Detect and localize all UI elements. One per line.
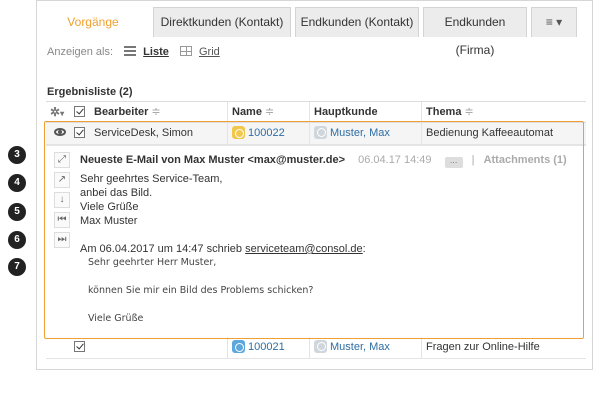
column-hauptkunde-label: Hauptkunde [314, 106, 378, 118]
tab-menu-dropdown[interactable]: ≡ ▾ [531, 7, 577, 37]
column-thema-label: Thema [426, 106, 462, 118]
callout-badge-5: 5 [8, 203, 26, 221]
ticket-link[interactable]: 100022 [248, 127, 285, 139]
column-settings[interactable]: ✲▾ [46, 102, 68, 123]
email-date: 06.04.17 14:49 [358, 154, 432, 166]
sort-icon[interactable]: ≑ [151, 106, 160, 118]
quoted-line: können Sie mir ein Bild des Problems sch… [88, 285, 314, 296]
chevron-down-icon[interactable]: ▾ [60, 109, 64, 118]
view-option-grid[interactable]: Grid [199, 46, 220, 58]
cell-bearbeiter [90, 337, 226, 358]
quote-email-link[interactable]: serviceteam@consol.de [245, 243, 363, 255]
checkbox-icon[interactable] [74, 127, 85, 138]
open-external-icon[interactable]: ↗ [54, 172, 70, 188]
row-checkbox[interactable] [70, 123, 90, 144]
cell-hauptkunde[interactable]: Muster, Max [309, 123, 421, 144]
preview-toggle[interactable] [50, 123, 68, 144]
quoted-line: Viele Grüße [88, 313, 144, 324]
sort-icon[interactable]: ≑ [464, 106, 473, 118]
row-checkbox[interactable] [70, 337, 90, 358]
tab-endkunden-firma[interactable]: Endkunden (Firma) [423, 7, 527, 57]
table-header: ✲▾ Bearbeiter ≑ Name ≑ Hauptkunde Thema ≑ [46, 101, 586, 123]
ticket-link[interactable]: 100021 [248, 341, 285, 353]
more-button[interactable]: ... [444, 156, 463, 168]
tab-endkunden-kontakt[interactable]: Endkunden (Kontakt) [295, 7, 419, 37]
column-name[interactable]: Name ≑ [227, 102, 309, 123]
customer-icon [314, 126, 327, 139]
grid-icon[interactable] [179, 46, 192, 56]
search-results-panel: Vorgänge Direktkunden (Kontakt) Endkunde… [36, 0, 593, 370]
table-row[interactable]: ServiceDesk, Simon 100022 Muster, Max Be… [46, 123, 586, 145]
cell-thema: Fragen zur Online-Hilfe [421, 337, 585, 358]
customer-icon [314, 340, 327, 353]
customer-link[interactable]: Muster, Max [330, 341, 390, 353]
cell-hauptkunde[interactable]: Muster, Max [309, 337, 421, 358]
last-page-icon[interactable]: ⏭ [54, 232, 70, 248]
column-hauptkunde[interactable]: Hauptkunde [309, 102, 421, 123]
tab-direktkunden[interactable]: Direktkunden (Kontakt) [153, 7, 291, 37]
attachments-link[interactable]: Attachments (1) [484, 154, 567, 166]
email-body-line: Max Muster [80, 215, 138, 227]
ticket-icon [232, 126, 245, 139]
eye-icon[interactable] [54, 128, 66, 136]
list-icon[interactable] [124, 46, 137, 56]
email-body-line: Viele Grüße [80, 201, 139, 213]
select-all-checkbox[interactable] [70, 102, 90, 123]
quote-intro-colon: : [362, 243, 366, 255]
cell-name[interactable]: 100022 [227, 123, 309, 144]
email-body-line: anbei das Bild. [80, 187, 153, 199]
gear-icon[interactable]: ✲ [50, 105, 60, 119]
preview-toolbar: ⤢ ↗ ↓ ⏮ ⏭ [54, 152, 72, 252]
result-list-title: Ergebnisliste (2) [47, 86, 133, 98]
checkbox-icon[interactable] [74, 341, 85, 352]
column-thema[interactable]: Thema ≑ [421, 102, 585, 123]
quote-intro: Am 06.04.2017 um 14:47 schrieb servicete… [80, 242, 366, 256]
expand-icon[interactable]: ⤢ [54, 152, 70, 168]
checkbox-icon[interactable] [74, 106, 85, 117]
email-header: Neueste E-Mail von Max Muster <max@muste… [80, 154, 567, 168]
view-label: Anzeigen als: [47, 46, 114, 58]
first-page-icon[interactable]: ⏮ [54, 212, 70, 228]
scroll-down-icon[interactable]: ↓ [54, 192, 70, 208]
column-bearbeiter[interactable]: Bearbeiter ≑ [90, 102, 226, 123]
email-from: Neueste E-Mail von Max Muster <max@muste… [80, 154, 346, 166]
tab-vorgaenge[interactable]: Vorgänge [41, 7, 145, 37]
sort-icon[interactable]: ≑ [265, 106, 274, 118]
cell-thema: Bedienung Kaffeeautomat [421, 123, 585, 144]
column-bearbeiter-label: Bearbeiter [94, 106, 149, 118]
email-body-line: Sehr geehrtes Service-Team, [80, 173, 223, 185]
ticket-icon [232, 340, 245, 353]
callout-badge-3: 3 [8, 146, 26, 164]
callout-badge-6: 6 [8, 231, 26, 249]
tab-bar: Vorgänge Direktkunden (Kontakt) Endkunde… [37, 1, 592, 57]
cell-name[interactable]: 100021 [227, 337, 309, 358]
email-preview: ⤢ ↗ ↓ ⏮ ⏭ Neueste E-Mail von Max Muster … [46, 145, 586, 337]
callout-badge-7: 7 [8, 258, 26, 276]
cell-bearbeiter: ServiceDesk, Simon [94, 127, 194, 139]
separator: | [471, 154, 475, 166]
quoted-line: Sehr geehrter Herr Muster, [88, 257, 217, 268]
table-row[interactable]: 100021 Muster, Max Fragen zur Online-Hil… [46, 337, 586, 359]
column-name-label: Name [232, 106, 262, 118]
customer-link[interactable]: Muster, Max [330, 127, 390, 139]
callout-badge-4: 4 [8, 174, 26, 192]
view-option-list[interactable]: Liste [143, 46, 169, 58]
quote-intro-text: Am 06.04.2017 um 14:47 schrieb [80, 243, 246, 255]
view-switcher: Anzeigen als: Liste Grid [47, 45, 220, 59]
